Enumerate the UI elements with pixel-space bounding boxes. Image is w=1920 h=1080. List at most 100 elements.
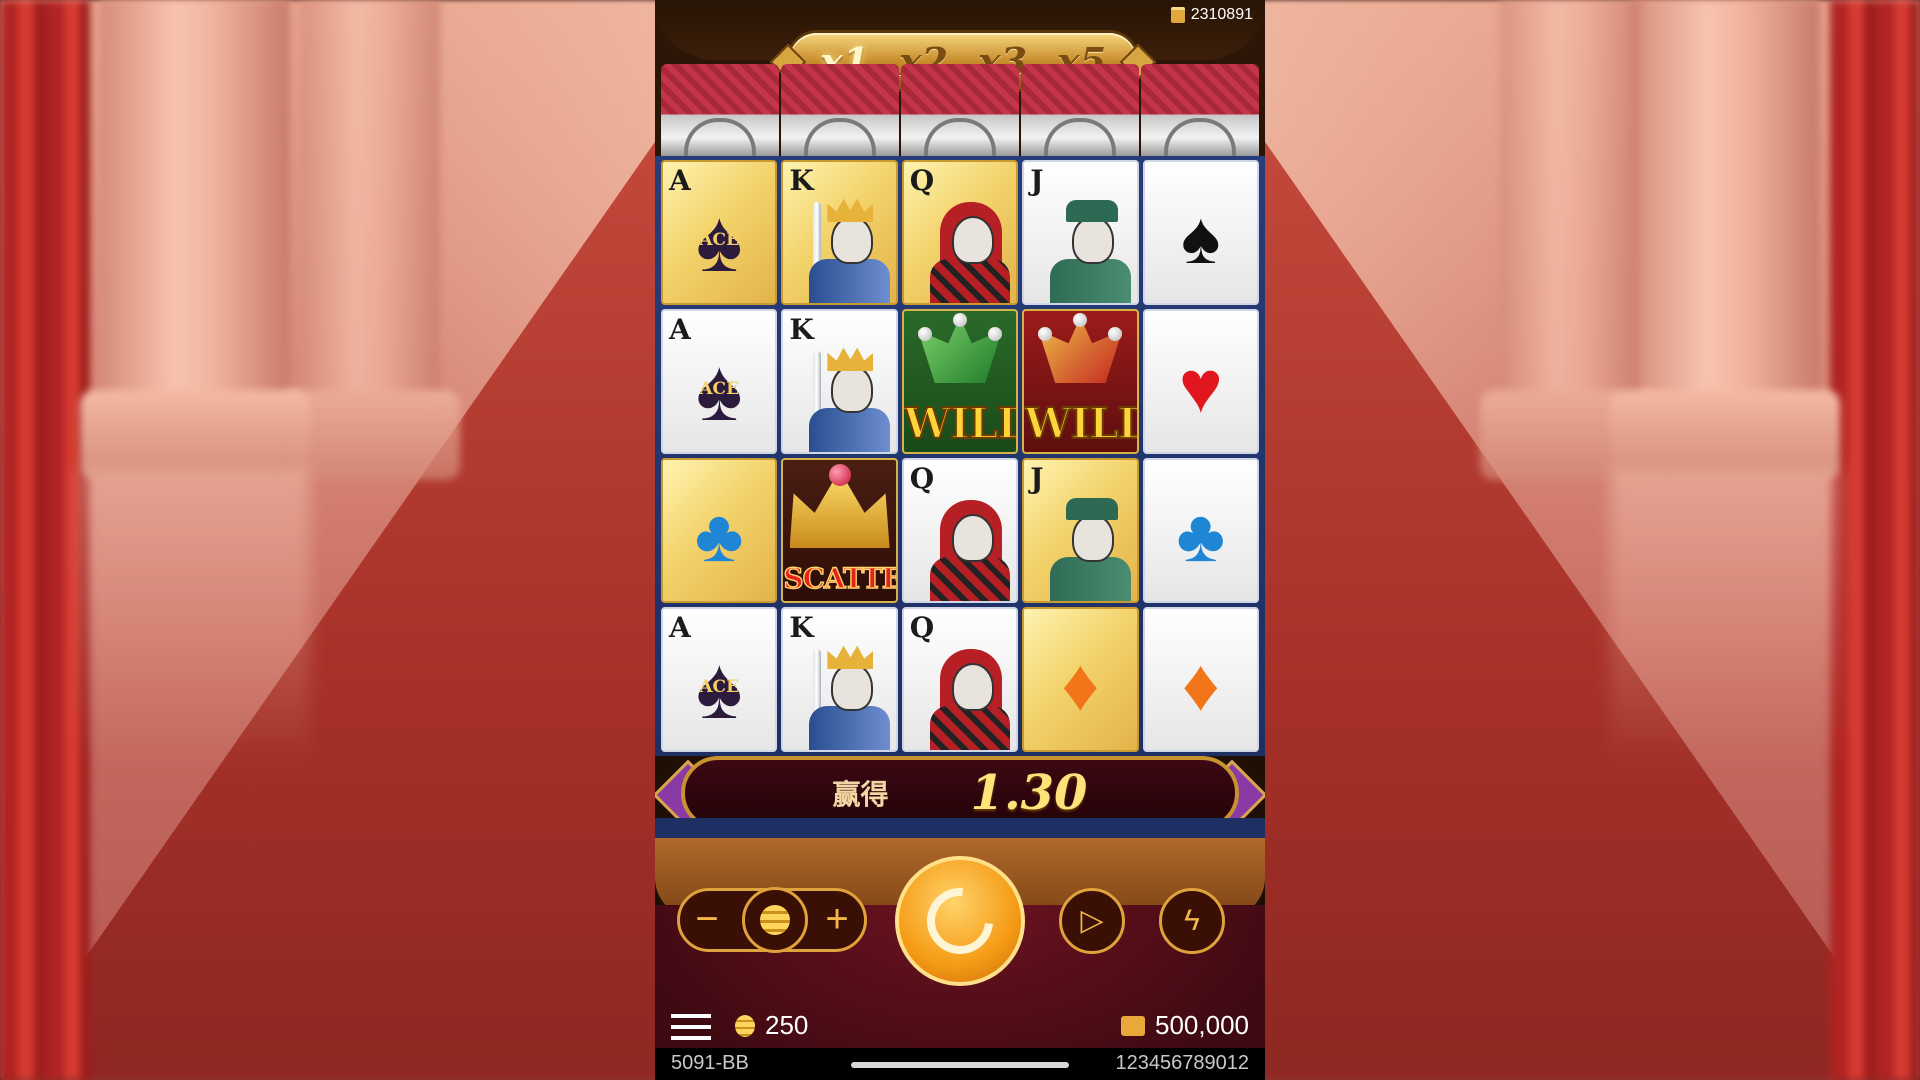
card-symbol: ♣: [661, 458, 778, 603]
card-symbol: ♥: [1142, 309, 1259, 454]
king-face-icon: [797, 643, 890, 750]
footer-bar: 250 500,000: [655, 1000, 1265, 1048]
wild-label: WILD: [903, 398, 1016, 449]
club-icon: ♣: [694, 494, 744, 578]
card-rank: J: [1030, 462, 1044, 495]
calendar-icon: [1170, 7, 1185, 23]
background-reflection-left: [80, 470, 310, 770]
heart-icon: ♥: [1178, 345, 1223, 429]
bet-adjuster: − +: [677, 887, 867, 953]
background-pillar-left: [80, 0, 310, 480]
autoplay-button[interactable]: ▷: [1059, 888, 1125, 954]
bet-value: 250: [765, 1010, 809, 1040]
lightning-icon: ϟ: [1184, 904, 1200, 937]
card-symbol: A ♠ ACE: [661, 309, 778, 454]
card-rank: Q: [909, 462, 935, 495]
card-rank: A: [669, 313, 691, 346]
wild-label: WILD: [1024, 398, 1136, 449]
wild-symbol: WILD: [1022, 309, 1139, 454]
bet-coin-button[interactable]: [742, 887, 808, 953]
card-back: [901, 64, 1019, 156]
card-back-row: [661, 64, 1259, 156]
game-screen: 2310891 x1 x2 x3 x5 A ♠ ACE K Q J ♠ A ♠ …: [655, 0, 1265, 1080]
card-rank: Q: [909, 611, 935, 644]
bet-minus-button[interactable]: −: [684, 897, 730, 943]
card-rank: J: [1030, 164, 1044, 197]
card-symbol: K: [781, 309, 898, 454]
spin-arrow-icon: [913, 874, 1007, 968]
card-symbol: Q: [901, 458, 1019, 603]
card-symbol: ♦: [1142, 607, 1259, 752]
card-symbol: K: [781, 160, 898, 305]
ace-spade-icon: ♠ ACE: [684, 345, 754, 433]
coin-icon: [735, 1014, 755, 1037]
wallet-value: 500,000: [1155, 1010, 1249, 1040]
wallet-balance: 500,000: [1121, 1010, 1249, 1041]
bet-plus-button[interactable]: +: [814, 897, 860, 943]
card-symbol: Q: [901, 607, 1019, 752]
card-symbol: K: [781, 607, 898, 752]
coin-stack-icon: [760, 905, 790, 935]
card-symbol: J: [1022, 458, 1139, 603]
ace-label: ACE: [699, 229, 740, 250]
ace-spade-icon: ♠ ACE: [684, 643, 754, 731]
wild-symbol: WILD: [901, 309, 1019, 454]
scatter-symbol: SCATTER: [781, 458, 898, 603]
card-symbol: J: [1022, 160, 1139, 305]
home-indicator[interactable]: [851, 1062, 1069, 1068]
player-id: 123456789012: [1115, 1052, 1249, 1074]
play-icon: ▷: [1080, 904, 1104, 937]
card-back: [781, 64, 899, 156]
bet-amount: 250: [735, 1010, 808, 1041]
scatter-label: SCATTER: [783, 561, 895, 595]
king-face-icon: [797, 196, 890, 303]
background-curtain-right: [1830, 0, 1920, 1080]
card-rank: A: [669, 164, 691, 197]
ruby-icon: [828, 464, 851, 486]
menu-icon[interactable]: [671, 1014, 711, 1040]
game-id: 5091-BB: [671, 1052, 749, 1074]
spade-icon: ♠: [1181, 196, 1221, 280]
jack-face-icon: [1038, 494, 1131, 601]
top-balance: 2310891: [1170, 6, 1253, 24]
jack-face-icon: [1038, 196, 1131, 303]
card-symbol: A ♠ ACE: [661, 160, 778, 305]
card-symbol: ♦: [1022, 607, 1139, 752]
diamond-icon: ♦: [1181, 643, 1220, 727]
jester-hat-icon: [1038, 313, 1123, 383]
turbo-button[interactable]: ϟ: [1159, 888, 1225, 954]
win-label: 赢得: [832, 779, 889, 810]
spin-button[interactable]: [895, 856, 1025, 986]
background-reflection-right: [1610, 470, 1840, 770]
reel-grid: A ♠ ACE K Q J ♠ A ♠ ACE K WIL WIL ♥ ♣ SC…: [661, 160, 1259, 752]
card-symbol: A ♠ ACE: [661, 607, 778, 752]
card-back: [661, 64, 779, 156]
card-rank: K: [789, 164, 814, 197]
card-back: [1141, 64, 1259, 156]
card-rank: K: [789, 313, 814, 346]
bottom-info-strip: 5091-BB 123456789012: [655, 1048, 1265, 1080]
wallet-icon: [1121, 1015, 1146, 1036]
queen-face-icon: [918, 196, 1011, 303]
card-rank: Q: [909, 164, 935, 197]
background-pillar-right-far: [1480, 0, 1660, 480]
background-curtain-left: [0, 0, 90, 1080]
diamond-icon: ♦: [1061, 643, 1100, 727]
card-symbol: ♣: [1142, 458, 1259, 603]
ace-label: ACE: [699, 378, 740, 399]
card-symbol: ♠: [1142, 160, 1259, 305]
queen-face-icon: [918, 643, 1011, 750]
card-rank: A: [669, 611, 691, 644]
jester-hat-icon: [917, 313, 1002, 383]
background-pillar-left-far: [280, 0, 460, 480]
card-rank: K: [789, 611, 814, 644]
win-amount: 1.30: [970, 765, 1088, 821]
queen-face-icon: [918, 494, 1011, 601]
ace-spade-icon: ♠ ACE: [684, 196, 754, 284]
club-icon: ♣: [1176, 494, 1226, 578]
king-face-icon: [797, 345, 890, 452]
top-balance-value: 2310891: [1190, 6, 1253, 23]
ace-label: ACE: [699, 676, 740, 697]
card-symbol: Q: [901, 160, 1019, 305]
card-back: [1021, 64, 1139, 156]
